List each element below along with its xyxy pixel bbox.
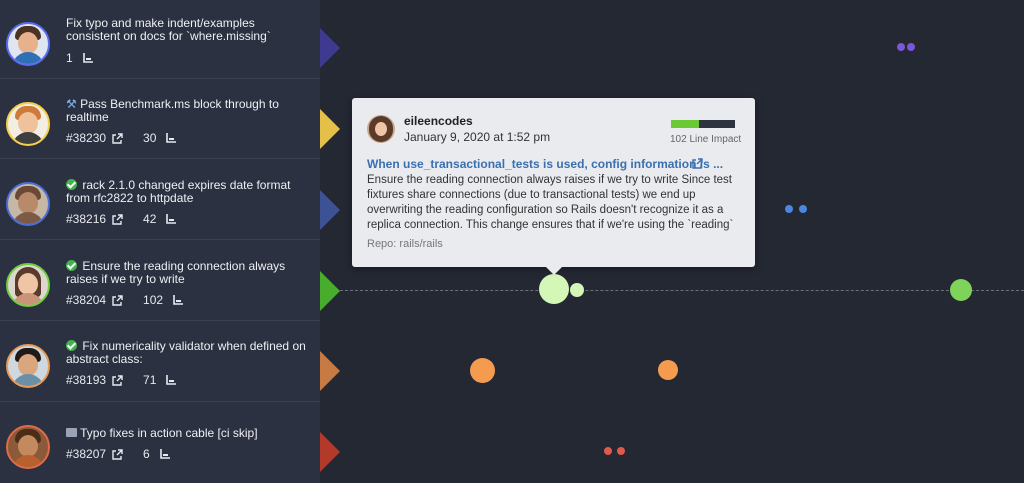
external-link-icon[interactable] <box>692 158 703 169</box>
pr-title[interactable]: ⚒ Pass Benchmark.ms block through to rea… <box>66 98 311 124</box>
avatar <box>6 22 50 66</box>
line-impact-icon <box>166 214 177 224</box>
merged-check-icon <box>66 179 77 190</box>
pr-title[interactable]: Fix numericality validator when defined … <box>66 340 311 366</box>
repo-label: Repo: rails/rails <box>367 238 443 250</box>
pr-title[interactable]: Typo fixes in action cable [ci skip] <box>66 427 311 440</box>
pr-number: #38204 <box>66 293 107 307</box>
pr-row[interactable]: Fix numericality validator when defined … <box>0 323 320 402</box>
pr-number: #38216 <box>66 212 107 226</box>
line-impact-bar <box>671 120 735 128</box>
pr-row[interactable]: Fix typo and make indent/examples consis… <box>0 0 320 79</box>
pr-title[interactable]: Fix typo and make indent/examples consis… <box>66 17 311 43</box>
avatar <box>6 344 50 388</box>
line-impact-icon <box>82 53 93 63</box>
row-pointer-triangle <box>320 432 340 472</box>
line-count: 42 <box>143 212 157 226</box>
commit-tooltip: eileencodes January 9, 2020 at 1:52 pm 1… <box>352 98 755 275</box>
timeline-line <box>340 290 1024 291</box>
avatar <box>6 263 50 307</box>
line-count: 102 <box>143 293 164 307</box>
commit-dot[interactable] <box>950 279 972 301</box>
commit-dot[interactable] <box>604 447 612 455</box>
external-link-icon[interactable] <box>112 374 123 386</box>
hammer-icon: ⚒ <box>66 97 77 111</box>
commit-title-link[interactable]: When use_transactional_tests is used, co… <box>367 157 723 171</box>
line-count: 6 <box>143 447 150 461</box>
row-pointer-triangle <box>320 351 340 391</box>
commit-dot[interactable] <box>907 43 915 51</box>
pr-row[interactable]: Typo fixes in action cable [ci skip] #38… <box>0 404 320 483</box>
row-pointer-triangle <box>320 190 340 230</box>
author-name: eileencodes <box>404 114 473 128</box>
pr-meta: #38193 71 <box>66 373 177 387</box>
commit-dot[interactable] <box>617 447 625 455</box>
line-impact-icon <box>173 295 184 305</box>
line-impact-icon <box>166 133 177 143</box>
commit-dot[interactable] <box>799 205 807 213</box>
external-link-icon[interactable] <box>112 448 123 460</box>
merged-check-icon <box>66 260 77 271</box>
pr-meta: #38207 6 <box>66 447 170 461</box>
commit-dot-selected[interactable] <box>539 274 569 304</box>
commit-dot[interactable] <box>785 205 793 213</box>
line-impact-label: 102 Line Impact <box>670 134 742 145</box>
row-pointer-triangle <box>320 109 340 149</box>
commit-date: January 9, 2020 at 1:52 pm <box>404 130 551 144</box>
pr-row[interactable]: ⚒ Pass Benchmark.ms block through to rea… <box>0 80 320 159</box>
line-impact-icon <box>166 375 177 385</box>
commit-message: Ensure the reading connection always rai… <box>367 174 734 231</box>
commit-dot[interactable] <box>897 43 905 51</box>
line-impact-icon <box>159 449 170 459</box>
pr-row[interactable]: Ensure the reading connection always rai… <box>0 242 320 321</box>
line-count: 1 <box>66 51 73 65</box>
avatar <box>6 182 50 226</box>
pr-number: #38230 <box>66 131 107 145</box>
commit-dot[interactable] <box>658 360 678 380</box>
merged-check-icon <box>66 340 77 351</box>
avatar <box>6 102 50 146</box>
external-link-icon[interactable] <box>112 294 123 306</box>
pr-meta: #38230 30 <box>66 131 177 145</box>
pr-number: #38207 <box>66 447 107 461</box>
external-link-icon[interactable] <box>112 213 123 225</box>
pr-title[interactable]: rack 2.1.0 changed expires date format f… <box>66 179 311 205</box>
pr-row[interactable]: rack 2.1.0 changed expires date format f… <box>0 161 320 240</box>
row-pointer-triangle <box>320 28 340 68</box>
pr-meta: 1 <box>66 51 93 65</box>
external-link-icon[interactable] <box>112 132 123 144</box>
pr-meta: #38204 102 <box>66 293 184 307</box>
avatar <box>367 115 395 143</box>
line-count: 71 <box>143 373 157 387</box>
commit-dot[interactable] <box>470 358 495 383</box>
avatar <box>6 425 50 469</box>
pr-number: #38193 <box>66 373 107 387</box>
pr-title[interactable]: Ensure the reading connection always rai… <box>66 260 311 286</box>
commit-dot[interactable] <box>570 283 584 297</box>
pr-meta: #38216 42 <box>66 212 177 226</box>
row-pointer-triangle <box>320 271 340 311</box>
pr-sidebar: Fix typo and make indent/examples consis… <box>0 0 320 483</box>
line-count: 30 <box>143 131 157 145</box>
comment-icon <box>66 428 77 437</box>
